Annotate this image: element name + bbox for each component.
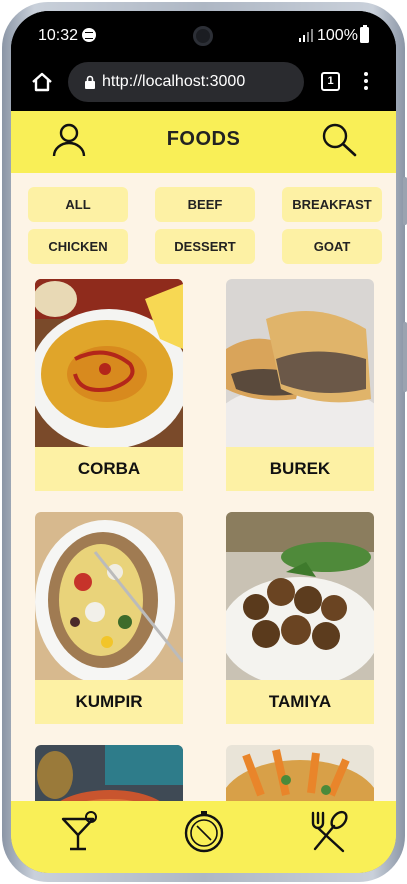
battery-icon: [360, 25, 369, 43]
spotify-icon: [82, 28, 96, 42]
home-icon[interactable]: [31, 71, 53, 93]
meal-card[interactable]: CORBA: [35, 279, 183, 491]
power-button: [403, 322, 407, 392]
app-header: FOODS: [11, 111, 396, 173]
category-goat[interactable]: GOAT: [282, 229, 382, 264]
bottom-navigation: [11, 801, 396, 873]
meal-name: BUREK: [226, 447, 374, 491]
category-all[interactable]: ALL: [28, 187, 128, 222]
utensils-icon[interactable]: [307, 809, 351, 853]
meal-card[interactable]: KUMPIR: [35, 512, 183, 724]
url-field[interactable]: http://localhost:3000: [68, 62, 304, 102]
meal-image: [35, 512, 183, 680]
tab-count-button[interactable]: 1: [321, 72, 340, 91]
battery-text: 100%: [317, 27, 358, 44]
meal-name: TAMIYA: [226, 680, 374, 724]
front-camera: [193, 26, 213, 46]
browser-toolbar: http://localhost:3000 1: [11, 61, 396, 111]
volume-button: [403, 177, 407, 225]
search-icon[interactable]: [321, 122, 357, 158]
category-dessert[interactable]: DESSERT: [155, 229, 255, 264]
status-time: 10:32: [38, 27, 79, 44]
meal-image: [35, 279, 183, 447]
meal-name: CORBA: [35, 447, 183, 491]
category-breakfast[interactable]: BREAKFAST: [282, 187, 382, 222]
compass-icon[interactable]: [182, 809, 226, 853]
lock-icon: [85, 75, 95, 89]
signal-icon: [299, 29, 313, 42]
meal-image: [226, 279, 374, 447]
more-menu-icon[interactable]: [363, 72, 369, 92]
meal-image: [226, 512, 374, 680]
category-beef[interactable]: BEEF: [155, 187, 255, 222]
category-chicken[interactable]: CHICKEN: [28, 229, 128, 264]
phone-frame: 10:32 100% http://localhost:3000 1 FOODS…: [2, 2, 407, 882]
meal-name: KUMPIR: [35, 680, 183, 724]
status-bar: 10:32 100%: [11, 11, 396, 61]
url-text: http://localhost:3000: [102, 73, 246, 90]
meal-card[interactable]: TAMIYA: [226, 512, 374, 724]
app-content: FOODS ALL BEEF BREAKFAST CHICKEN DESSERT…: [11, 111, 396, 873]
meal-card[interactable]: BUREK: [226, 279, 374, 491]
cocktail-icon[interactable]: [57, 809, 101, 853]
screen: 10:32 100% http://localhost:3000 1 FOODS…: [11, 11, 396, 873]
